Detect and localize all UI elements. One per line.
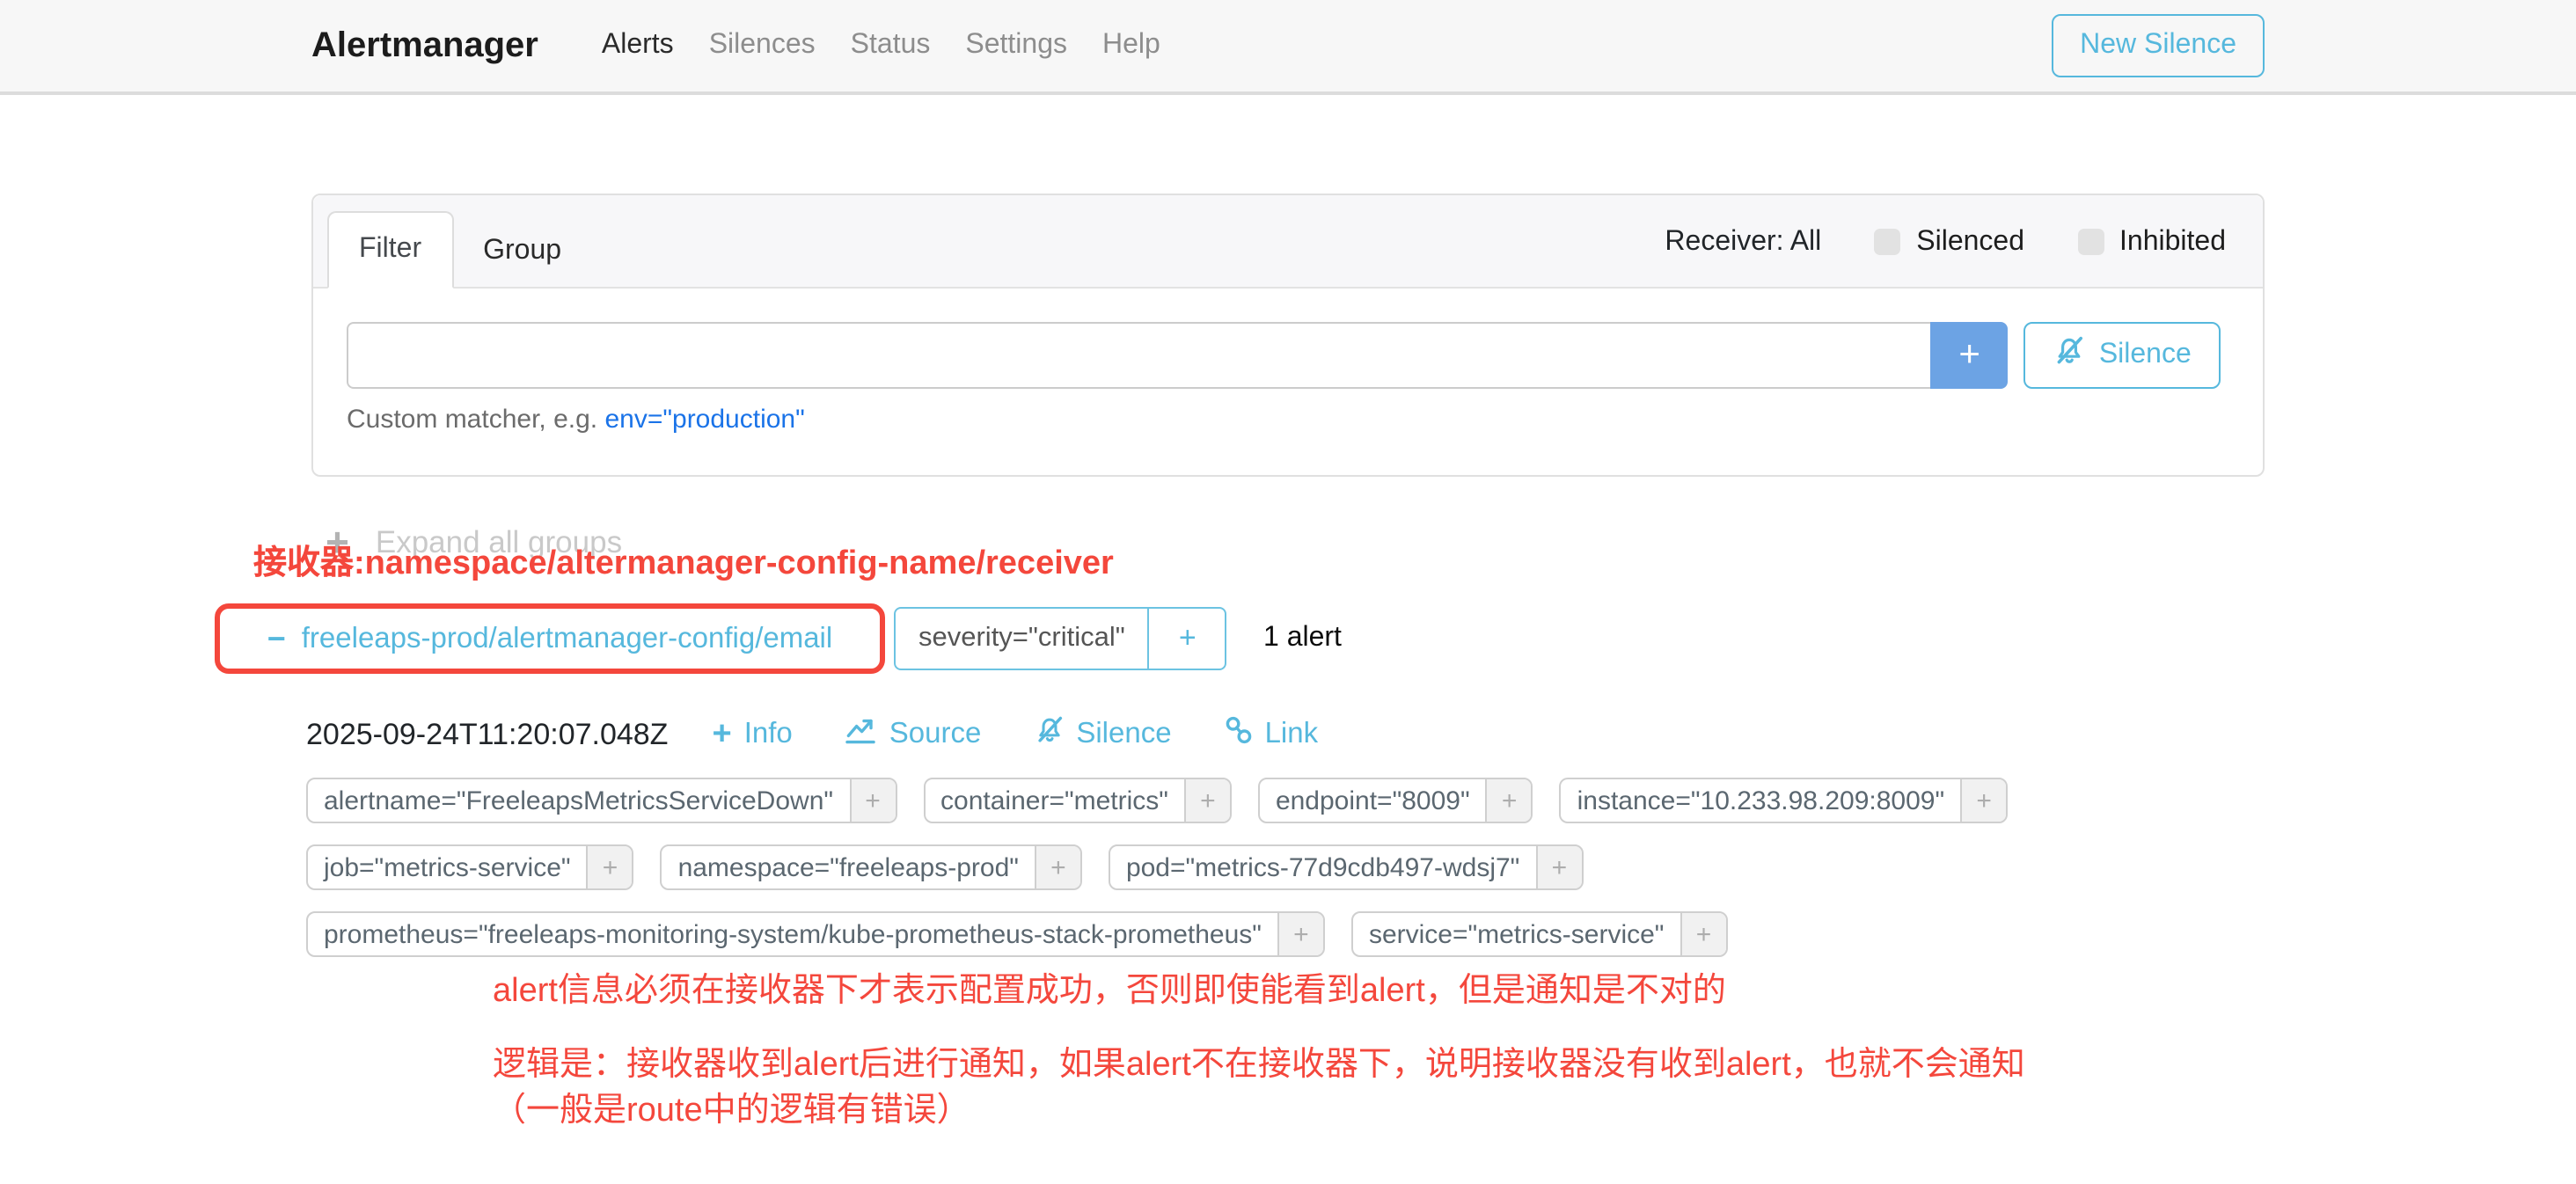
filter-card-body: + Silence Custom matcher, e.g. env="prod… <box>313 289 2263 435</box>
group-matcher-add-button[interactable]: + <box>1148 609 1226 669</box>
label-text: container="metrics" <box>925 779 1184 822</box>
label-alertname: alertname="FreeleapsMetricsServiceDown" … <box>306 778 896 823</box>
label-endpoint: endpoint="8009" + <box>1258 778 1533 823</box>
bell-slash-icon <box>2053 336 2085 375</box>
filter-options: Receiver: All Silenced Inhibited <box>1665 195 2226 289</box>
matcher-example-link[interactable]: env="production" <box>604 405 804 435</box>
alert-header-row: 2025-09-24T11:20:07.048Z + Info Source <box>306 716 1318 753</box>
alert-count: 1 alert <box>1263 607 1342 670</box>
navbar: Alertmanager Alerts Silences Status Sett… <box>0 0 2576 95</box>
add-label-filter-button[interactable]: + <box>1960 779 2006 822</box>
label-text: job="metrics-service" <box>308 846 587 888</box>
label-text: namespace="freeleaps-prod" <box>662 846 1035 888</box>
link-icon <box>1225 716 1253 753</box>
info-action-label: Info <box>744 718 793 751</box>
filter-card: Filter Group Receiver: All Silenced Inhi… <box>311 194 2265 477</box>
source-action-label: Source <box>889 718 982 751</box>
label-text: pod="metrics-77d9cdb497-wdsj7" <box>1110 846 1535 888</box>
tab-group[interactable]: Group <box>453 215 591 289</box>
matcher-input-group: + Silence <box>347 322 2221 389</box>
new-silence-button[interactable]: New Silence <box>2052 14 2265 77</box>
inhibited-checkbox[interactable] <box>2077 229 2104 255</box>
link-action[interactable]: Link <box>1225 716 1319 753</box>
add-label-filter-button[interactable]: + <box>849 779 895 822</box>
group-matcher: severity="critical" + <box>894 607 1227 670</box>
filter-card-header: Filter Group Receiver: All Silenced Inhi… <box>313 195 2263 289</box>
label-container: container="metrics" + <box>923 778 1232 823</box>
add-label-filter-button[interactable]: + <box>1486 779 1532 822</box>
inhibited-checkbox-label[interactable]: Inhibited <box>2119 226 2226 258</box>
annotation-logic-note: 逻辑是：接收器收到alert后进行通知，如果alert不在接收器下，说明接收器没… <box>493 1043 2025 1135</box>
label-row: job="metrics-service" + namespace="freel… <box>306 844 2008 890</box>
annotation-alert-note: alert信息必须在接收器下才表示配置成功，否则即使能看到alert，但是通知是… <box>493 964 1726 1012</box>
alert-timestamp: 2025-09-24T11:20:07.048Z <box>306 717 668 752</box>
receiver-filter-label[interactable]: Receiver: All <box>1665 226 1821 258</box>
nav-links: Alerts Silences Status Settings Help <box>584 19 1178 72</box>
alertmanager-page: Alertmanager Alerts Silences Status Sett… <box>0 0 2576 1184</box>
nav-item-status[interactable]: Status <box>833 19 948 72</box>
add-label-filter-button[interactable]: + <box>587 846 633 888</box>
annotation-receiver-note: 接收器:namespace/altermanager-config-name/r… <box>253 537 1114 584</box>
nav-item-help[interactable]: Help <box>1085 19 1178 72</box>
navbar-container: Alertmanager Alerts Silences Status Sett… <box>285 0 2291 91</box>
nav-item-settings[interactable]: Settings <box>948 19 1085 72</box>
chart-line-icon <box>845 716 877 753</box>
add-label-filter-button[interactable]: + <box>1184 779 1230 822</box>
add-label-filter-button[interactable]: + <box>1277 913 1323 955</box>
label-text: alertname="FreeleapsMetricsServiceDown" <box>308 779 849 822</box>
minus-icon: − <box>267 625 286 653</box>
label-text: service="metrics-service" <box>1353 913 1680 955</box>
label-text: prometheus="freeleaps-monitoring-system/… <box>308 913 1277 955</box>
bell-slash-icon <box>1034 716 1064 753</box>
plus-icon: + <box>712 720 731 749</box>
app-brand[interactable]: Alertmanager <box>311 26 538 66</box>
matcher-input[interactable] <box>347 322 1931 389</box>
tab-filter[interactable]: Filter <box>327 211 453 289</box>
silence-button-label: Silence <box>2099 340 2192 371</box>
add-matcher-button[interactable]: + <box>1931 322 2009 389</box>
label-pod: pod="metrics-77d9cdb497-wdsj7" + <box>1109 844 1583 890</box>
label-namespace: namespace="freeleaps-prod" + <box>661 844 1082 890</box>
label-prometheus: prometheus="freeleaps-monitoring-system/… <box>306 911 1325 957</box>
silence-from-filter-button[interactable]: Silence <box>2024 322 2221 389</box>
label-service: service="metrics-service" + <box>1351 911 1728 957</box>
filter-tabs: Filter Group <box>327 211 591 289</box>
receiver-group-label: freeleaps-prod/alertmanager-config/email <box>302 622 833 655</box>
add-label-filter-button[interactable]: + <box>1035 846 1080 888</box>
silenced-checkbox-label[interactable]: Silenced <box>1916 226 2024 258</box>
label-row: prometheus="freeleaps-monitoring-system/… <box>306 911 2008 957</box>
label-text: endpoint="8009" <box>1260 779 1486 822</box>
nav-item-silences[interactable]: Silences <box>692 19 833 72</box>
label-text: instance="10.233.98.209:8009" <box>1562 779 1961 822</box>
add-label-filter-button[interactable]: + <box>1680 913 1725 955</box>
label-instance: instance="10.233.98.209:8009" + <box>1560 778 2009 823</box>
receiver-group-button[interactable]: − freeleaps-prod/alertmanager-config/ema… <box>215 603 885 674</box>
silence-action-label: Silence <box>1076 718 1171 751</box>
info-action[interactable]: + Info <box>712 718 792 751</box>
silence-action[interactable]: Silence <box>1034 716 1171 753</box>
source-action[interactable]: Source <box>845 716 982 753</box>
group-matcher-label: severity="critical" <box>896 609 1148 669</box>
helper-prefix: Custom matcher, e.g. <box>347 405 597 435</box>
label-row: alertname="FreeleapsMetricsServiceDown" … <box>306 778 2008 823</box>
link-action-label: Link <box>1265 718 1319 751</box>
label-job: job="metrics-service" + <box>306 844 634 890</box>
add-label-filter-button[interactable]: + <box>1535 846 1581 888</box>
silenced-checkbox[interactable] <box>1874 229 1900 255</box>
nav-item-alerts[interactable]: Alerts <box>584 19 692 72</box>
alert-labels: alertname="FreeleapsMetricsServiceDown" … <box>306 778 2008 978</box>
matcher-helper-text: Custom matcher, e.g. env="production" <box>347 405 2221 435</box>
